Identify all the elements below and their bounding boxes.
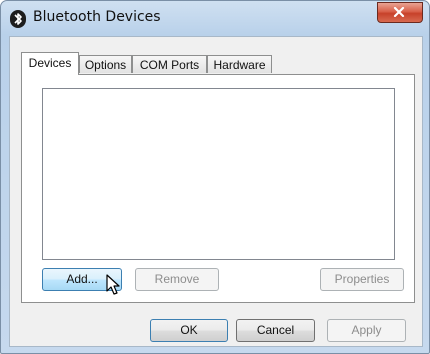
window-title: Bluetooth Devices — [33, 9, 161, 25]
close-icon — [393, 7, 405, 17]
dialog-client-area: Devices Options COM Ports Hardware Add..… — [9, 36, 423, 347]
tab-options[interactable]: Options — [79, 55, 132, 73]
title-bar[interactable]: Bluetooth Devices — [1, 1, 429, 37]
properties-button[interactable]: Properties — [320, 268, 404, 291]
devices-tab-panel: Add... Remove Properties — [21, 74, 415, 303]
tab-devices[interactable]: Devices — [21, 52, 79, 75]
tab-com-ports[interactable]: COM Ports — [132, 55, 207, 73]
dialog-window: Bluetooth Devices Devices Options COM Po… — [0, 0, 430, 354]
remove-button[interactable]: Remove — [135, 268, 219, 291]
ok-button[interactable]: OK — [150, 319, 228, 342]
tab-hardware[interactable]: Hardware — [207, 55, 272, 73]
bluetooth-icon — [10, 10, 26, 28]
apply-button[interactable]: Apply — [327, 319, 406, 342]
close-button[interactable] — [377, 2, 423, 23]
device-list[interactable] — [42, 88, 395, 260]
cancel-button[interactable]: Cancel — [236, 319, 315, 342]
mouse-pointer-icon — [106, 274, 120, 295]
